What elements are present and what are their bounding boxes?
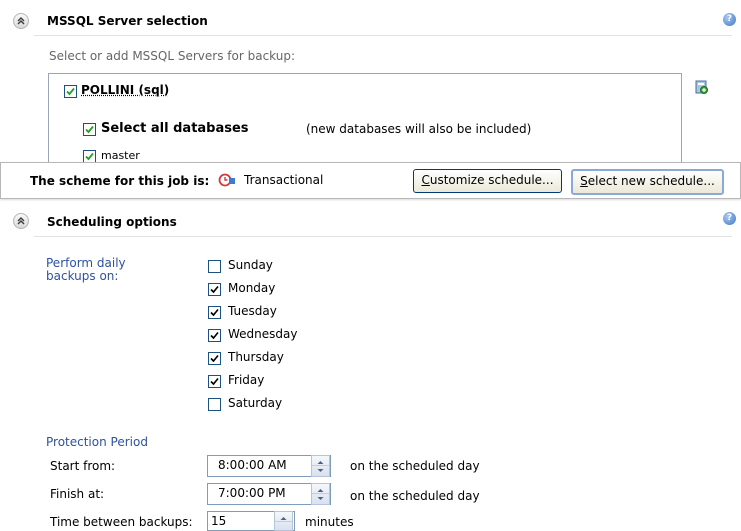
finish-time-spinner[interactable] [311,483,330,505]
day-label-saturday[interactable]: Saturday [228,396,282,410]
day-label-sunday[interactable]: Sunday [228,258,273,272]
select-all-note: (new databases will also be included) [306,122,532,136]
day-checkbox-sunday[interactable] [208,260,221,273]
select-all-databases-label[interactable]: Select all databases [101,121,249,136]
daily-backups-label: Perform daily backups on: [46,256,126,283]
select-new-schedule-button[interactable]: Select new schedule... [571,169,724,195]
database-label-master[interactable]: master [101,149,140,162]
protection-period-title: Protection Period [46,435,148,449]
server-label[interactable]: POLLINI (sql) [81,83,169,97]
interval-spinner[interactable] [274,511,293,531]
start-time-spinner[interactable] [311,455,330,477]
interval-unit: minutes [305,515,354,529]
collapse-scheduling-section-icon[interactable] [13,213,29,229]
interval-label: Time between backups: [50,515,193,529]
day-checkbox-tuesday[interactable] [208,306,221,319]
mssql-subtitle: Select or add MSSQL Servers for backup: [49,49,296,63]
day-checkbox-thursday[interactable] [208,352,221,365]
help-icon[interactable]: ? [723,13,736,26]
day-checkbox-monday[interactable] [208,283,221,296]
add-server-icon[interactable] [693,79,709,95]
finish-suffix: on the scheduled day [350,489,480,503]
start-from-label: Start from: [50,459,116,473]
day-checkbox-saturday[interactable] [208,398,221,411]
server-checkbox[interactable] [64,85,77,98]
day-checkbox-wednesday[interactable] [208,329,221,342]
customize-schedule-button[interactable]: Customize schedule... [413,169,562,193]
select-all-databases-checkbox[interactable] [83,123,96,136]
day-label-monday[interactable]: Monday [228,281,275,295]
finish-at-label: Finish at: [50,487,105,501]
server-list-panel: POLLINI (sql) Select all databases (new … [48,73,682,175]
mssql-section-title: MSSQL Server selection [47,14,208,28]
scheme-name: Transactional [244,173,324,187]
scheme-icon [218,172,236,188]
scheme-bar-label: The scheme for this job is: [30,174,210,188]
scheme-bar: The scheme for this job is: Transactiona… [0,162,741,199]
day-label-friday[interactable]: Friday [228,373,264,387]
help-icon[interactable]: ? [723,212,736,225]
day-label-wednesday[interactable]: Wednesday [228,327,297,341]
day-checkbox-friday[interactable] [208,375,221,388]
collapse-mssql-section-icon[interactable] [13,13,29,29]
day-label-thursday[interactable]: Thursday [228,350,284,364]
start-suffix: on the scheduled day [350,459,480,473]
scheduling-section-title: Scheduling options [47,215,177,229]
day-label-tuesday[interactable]: Tuesday [228,304,277,318]
